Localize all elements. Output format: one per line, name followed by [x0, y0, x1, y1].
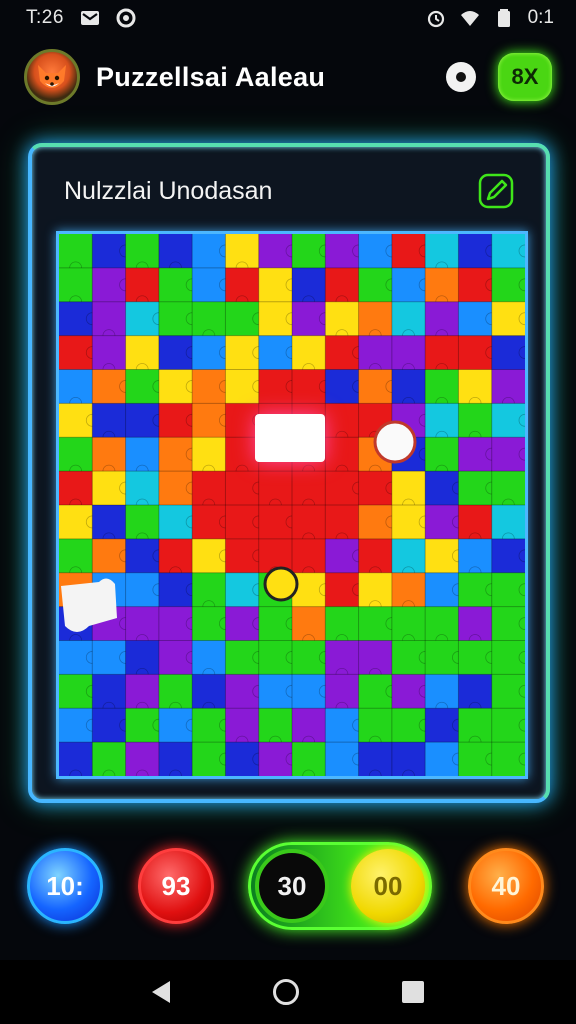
mode-toggle[interactable]: 30 00 — [248, 842, 432, 930]
blue-score-button[interactable]: 10: — [27, 848, 103, 924]
status-time: T:26 — [26, 7, 64, 28]
fox-face-icon — [38, 65, 66, 88]
status-system-icons: 0:1 — [426, 7, 554, 29]
panel-title: Nulzzlai Unodasan — [64, 177, 273, 205]
app-title: Puzzellsai Aaleau — [96, 61, 326, 92]
home-icon[interactable] — [272, 979, 299, 1005]
character-token[interactable] — [373, 420, 417, 464]
gmail-icon — [80, 11, 99, 25]
fox-avatar-icon[interactable] — [24, 49, 80, 105]
location-button[interactable] — [446, 62, 476, 92]
sync-icon — [116, 8, 136, 28]
system-nav-bar — [0, 960, 576, 1024]
status-clock: 0:1 — [527, 7, 554, 28]
back-icon[interactable] — [151, 981, 170, 1003]
battery-icon — [497, 9, 510, 27]
multiplier-button[interactable]: 8X — [498, 53, 552, 101]
app-header: Puzzellsai Aaleau 8X — [0, 44, 576, 110]
wifi-icon — [460, 11, 479, 26]
recents-icon[interactable] — [402, 981, 425, 1003]
orange-score-button[interactable]: 40 — [468, 848, 544, 924]
score-bar: 10: 93 30 00 40 — [0, 842, 576, 932]
character-token[interactable] — [263, 566, 299, 602]
toggle-right-value[interactable]: 00 — [351, 849, 425, 923]
puzzle-panel: Nulzzlai Unodasan — [28, 143, 550, 803]
pencil-icon[interactable] — [476, 171, 516, 211]
location-icon — [456, 72, 466, 82]
puzzle-board[interactable] — [56, 231, 528, 779]
alarm-icon — [427, 10, 444, 28]
red-score-button[interactable]: 93 — [138, 848, 214, 924]
toggle-left-value[interactable]: 30 — [255, 849, 329, 923]
status-notification-icons — [80, 8, 136, 28]
status-bar: T:26 0:1 — [0, 0, 576, 36]
highlighted-piece[interactable] — [255, 414, 325, 462]
jigsaw-grid[interactable] — [59, 234, 525, 776]
